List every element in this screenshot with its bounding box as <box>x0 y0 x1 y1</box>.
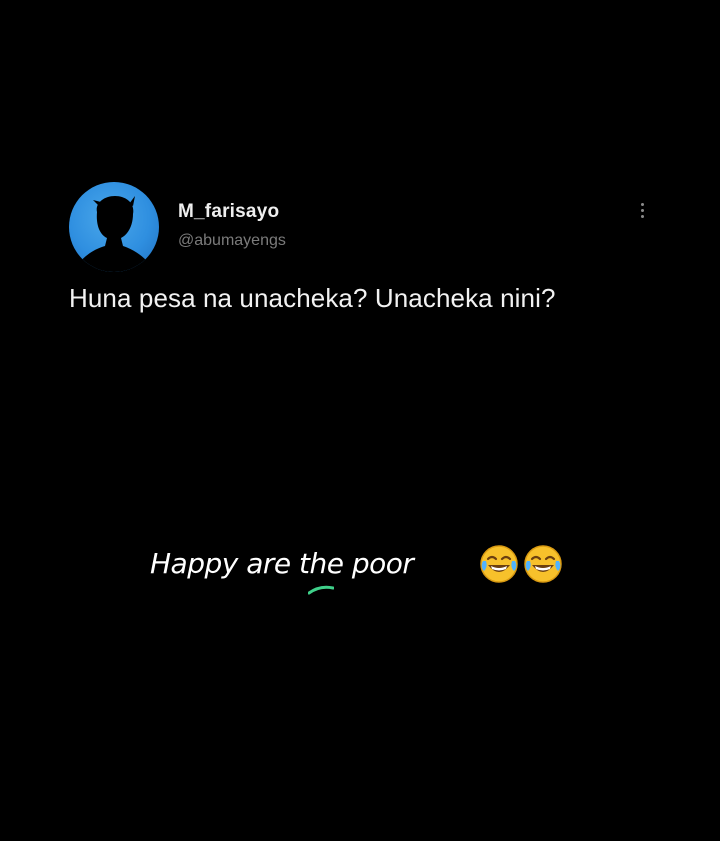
more-vertical-icon <box>640 202 644 206</box>
caption-text: Happy are the poor <box>150 547 414 580</box>
face-with-tears-of-joy-icon <box>480 545 518 583</box>
silhouette-avatar-icon <box>73 196 155 272</box>
user-handle[interactable]: @abumayengs <box>178 232 286 250</box>
emoji-row <box>478 543 564 585</box>
tweet-card: M_farisayo @abumayengs Huna pesa na unac… <box>0 0 720 841</box>
display-name[interactable]: M_farisayo <box>178 201 279 223</box>
green-swoosh-mark <box>308 585 334 595</box>
avatar[interactable] <box>69 182 159 272</box>
tweet-text: Huna pesa na unacheka? Unacheka nini? <box>69 283 556 313</box>
face-with-tears-of-joy-icon <box>524 545 562 583</box>
more-options-button[interactable] <box>632 196 652 224</box>
